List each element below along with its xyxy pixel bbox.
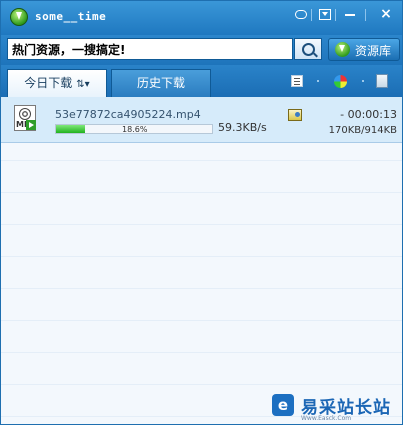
tab-history-downloads[interactable]: 历史下载 [111, 69, 211, 97]
close-icon[interactable]: × [379, 7, 393, 21]
site-watermark: e 易采站长站 Www.Easck.Com [269, 391, 402, 424]
search-button[interactable] [294, 38, 322, 60]
resource-library-label: 资源库 [355, 44, 392, 58]
download-list: MP 53e77872ca4905224.mp4 18.6% 59.3KB/s … [1, 97, 402, 424]
minimize-icon[interactable] [345, 14, 355, 16]
search-bar: 资源库 [1, 35, 402, 65]
window-title: some__time [35, 10, 107, 23]
progress-fill [56, 125, 86, 133]
sort-dropdown-icon[interactable]: ⇅▾ [76, 79, 89, 90]
search-input[interactable] [7, 38, 293, 60]
download-speed: 59.3KB/s [218, 121, 267, 134]
download-window: some__time × 资源库 今日下载⇅▾ 历史下载 [0, 0, 403, 425]
watermark-subtext: Www.Easck.Com [301, 415, 352, 422]
menu-icon[interactable] [319, 9, 331, 20]
film-reel-icon [19, 108, 31, 120]
toolbar-divider [362, 80, 364, 82]
titlebar-divider [311, 9, 312, 21]
watermark-logo: e [272, 394, 294, 416]
tab-bar: 今日下载 ⇅▾ 历史下载 [1, 65, 402, 97]
tab-label: 历史下载 [136, 76, 185, 90]
feedback-icon[interactable] [295, 10, 307, 19]
titlebar-divider [365, 9, 366, 21]
download-row[interactable]: MP 53e77872ca4905224.mp4 18.6% 59.3KB/s … [1, 97, 402, 143]
tab-label: 今日下载 [24, 76, 73, 90]
app-logo-icon [10, 8, 28, 26]
list-view-icon[interactable] [291, 75, 303, 87]
task-status-icon[interactable] [288, 109, 302, 121]
play-icon [26, 120, 36, 130]
video-file-icon: MP [14, 105, 36, 131]
resource-library-icon [335, 42, 350, 57]
progress-percent: 18.6% [122, 125, 148, 134]
titlebar-divider [335, 9, 336, 21]
file-size: 170KB/914KB [328, 125, 397, 136]
file-name: 53e77872ca4905224.mp4 [55, 108, 201, 121]
title-bar[interactable]: some__time × [1, 1, 402, 35]
tab-today-downloads[interactable]: 今日下载 ⇅▾ [7, 69, 107, 97]
resource-library-button[interactable]: 资源库 [328, 38, 400, 61]
search-icon [302, 43, 315, 56]
time-remaining: - 00:00:13 [340, 108, 397, 121]
recycle-bin-icon[interactable] [376, 74, 388, 88]
skin-color-icon[interactable] [334, 75, 347, 88]
toolbar-divider [317, 80, 319, 82]
